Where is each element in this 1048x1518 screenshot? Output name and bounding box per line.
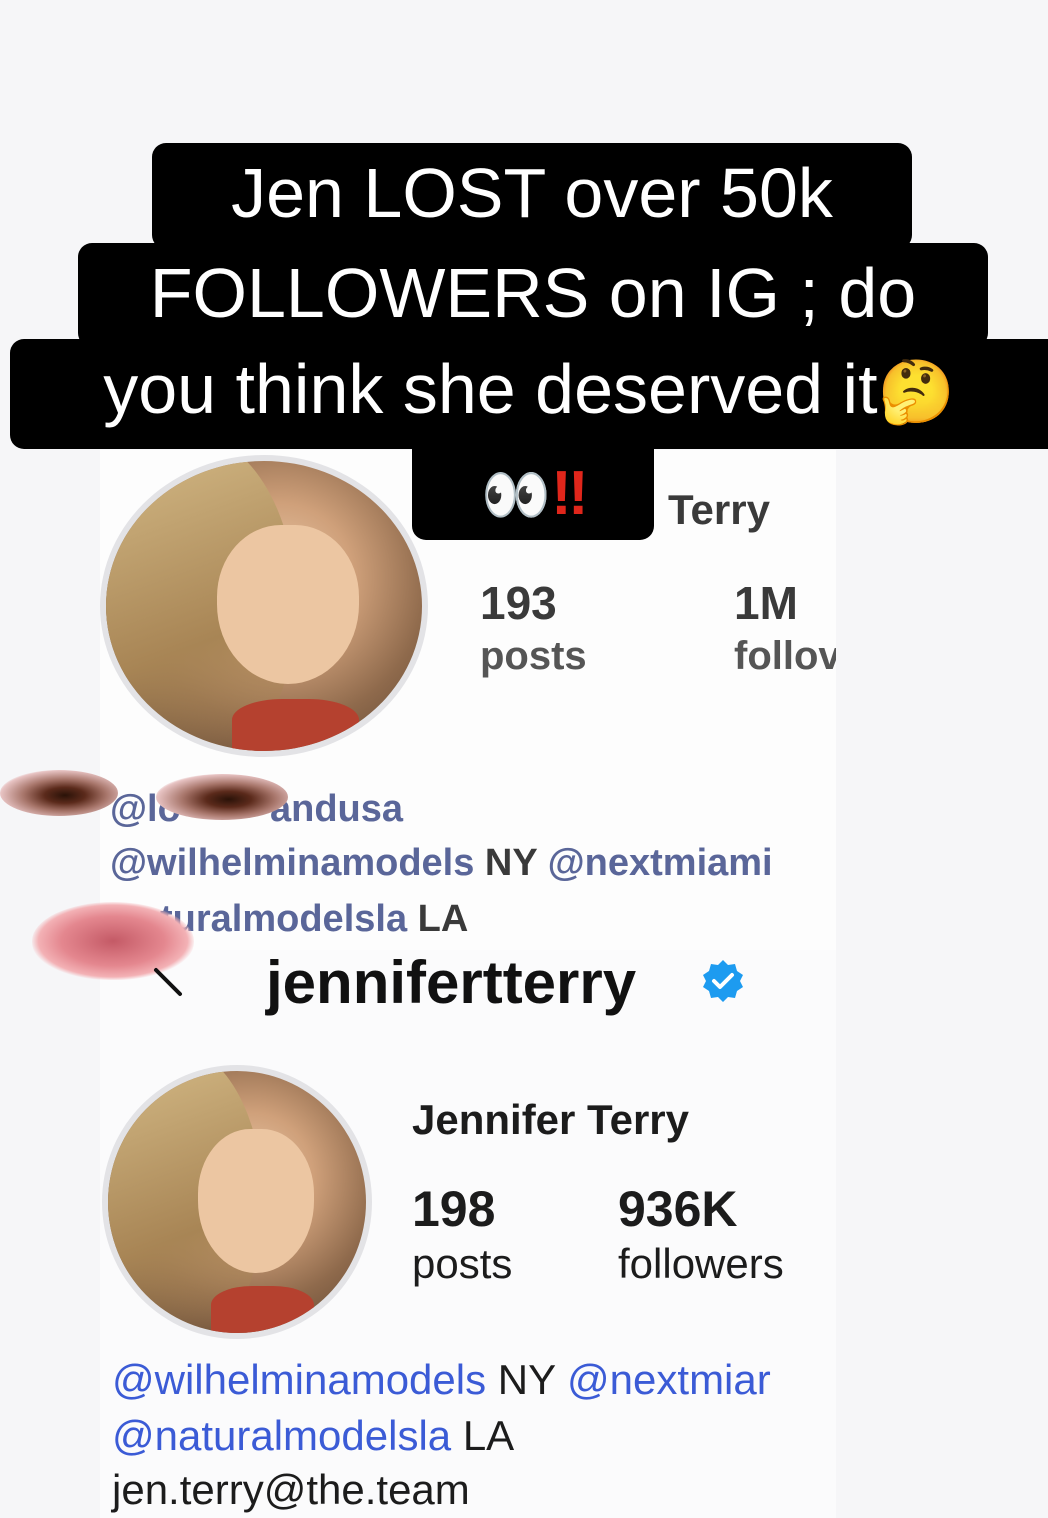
old-bio-natural-link[interactable]: turalmodelsla <box>160 898 407 940</box>
caption-line-4: 👀‼ <box>412 440 654 540</box>
thinking-face-emoji: 🤔 <box>877 358 955 427</box>
old-bio-line1-end[interactable]: andusa <box>270 788 403 831</box>
followers-label[interactable]: followers <box>618 1240 784 1288</box>
posts-label[interactable]: posts <box>412 1240 512 1288</box>
old-bio-ny: NY <box>484 842 538 884</box>
caption-line-3: you think she deserved it🤔 <box>10 339 1048 449</box>
followers-count[interactable]: 936K <box>618 1180 738 1238</box>
bio-natural-link[interactable]: @naturalmodelsla <box>112 1412 451 1459</box>
eye-sticker-right <box>156 774 288 820</box>
old-bio-nextmiami-link[interactable]: @nextmiami <box>548 842 773 884</box>
bio-la: LA <box>462 1412 515 1459</box>
caption-line-2: FOLLOWERS on IG ; do <box>78 243 988 347</box>
bio-email[interactable]: jen.terry@the.team <box>112 1466 470 1514</box>
eye-sticker-left <box>0 770 118 816</box>
old-posts-count: 193 <box>480 577 557 629</box>
profile-username: jennifertterry <box>266 949 637 1016</box>
old-followers-count: 1M <box>734 577 798 629</box>
profile-display-name: Jennifer Terry <box>412 1096 689 1143</box>
old-profile-name: Terry <box>668 486 770 533</box>
bio-wilhelmina-link[interactable]: @wilhelminamodels <box>112 1356 486 1403</box>
old-followers-label: follov <box>734 634 836 678</box>
old-bio-wilhelmina-link[interactable]: @wilhelminamodels <box>110 842 474 884</box>
eyes-emoji: 👀 <box>481 463 552 526</box>
verified-badge-icon <box>703 960 743 1002</box>
old-profile-avatar <box>100 455 428 757</box>
old-posts-label: posts <box>480 634 587 678</box>
double-exclamation-emoji: ‼ <box>551 459 589 528</box>
bio-nextmiami-link[interactable]: @nextmiar <box>567 1356 771 1403</box>
old-bio-la: LA <box>417 898 469 940</box>
back-chevron-icon[interactable] <box>150 962 186 998</box>
posts-count[interactable]: 198 <box>412 1180 495 1238</box>
caption-line-1: Jen LOST over 50k <box>152 143 912 249</box>
bio-ny: NY <box>497 1356 556 1403</box>
profile-avatar[interactable] <box>102 1065 372 1339</box>
